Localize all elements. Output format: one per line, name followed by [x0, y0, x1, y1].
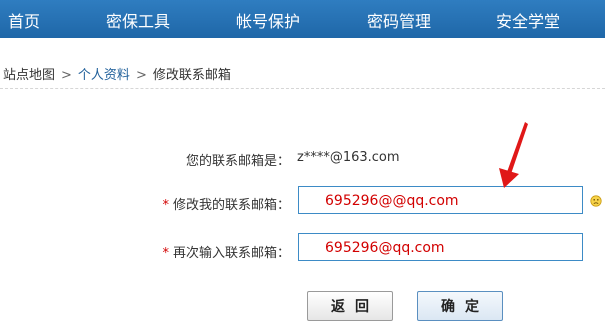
breadcrumb-separator: > [61, 68, 72, 83]
nav-security-school[interactable]: 安全学堂 [496, 8, 560, 32]
required-mark: * [162, 246, 169, 261]
back-button[interactable]: 返回 [307, 291, 393, 321]
current-email-label: 您的联系邮箱是： [185, 154, 290, 169]
confirm-email-label-text: 再次输入联系邮箱： [172, 246, 290, 261]
required-mark: * [162, 198, 169, 213]
sad-face-icon [590, 195, 602, 207]
nav-security-tools[interactable]: 密保工具 [106, 8, 170, 32]
confirm-email-input[interactable]: 695296@qq.com [298, 233, 583, 261]
current-email-value: z****@163.com [297, 150, 400, 165]
nav-password-management[interactable]: 密码管理 [367, 8, 431, 32]
nav-home[interactable]: 首页 [8, 8, 40, 32]
annotation-arrow [499, 122, 528, 188]
breadcrumb-sitemap[interactable]: 站点地图 [3, 68, 55, 83]
top-nav: 首页 密保工具 帐号保护 密码管理 安全学堂 [0, 0, 605, 38]
breadcrumb-current: 修改联系邮箱 [152, 68, 231, 83]
new-email-label-text: 修改我的联系邮箱： [172, 198, 290, 213]
confirm-email-label: * 再次输入联系邮箱： [120, 242, 290, 261]
new-email-input[interactable]: 695296@@qq.com [298, 186, 583, 214]
confirm-button[interactable]: 确定 [417, 291, 503, 321]
divider [0, 88, 605, 89]
nav-account-protection[interactable]: 帐号保护 [236, 8, 300, 32]
breadcrumb-separator: > [135, 68, 147, 83]
new-email-label: * 修改我的联系邮箱： [120, 194, 290, 213]
breadcrumb-profile[interactable]: 个人资料 [78, 68, 130, 83]
breadcrumb: 站点地图 > 个人资料 > 修改联系邮箱 [3, 64, 231, 83]
